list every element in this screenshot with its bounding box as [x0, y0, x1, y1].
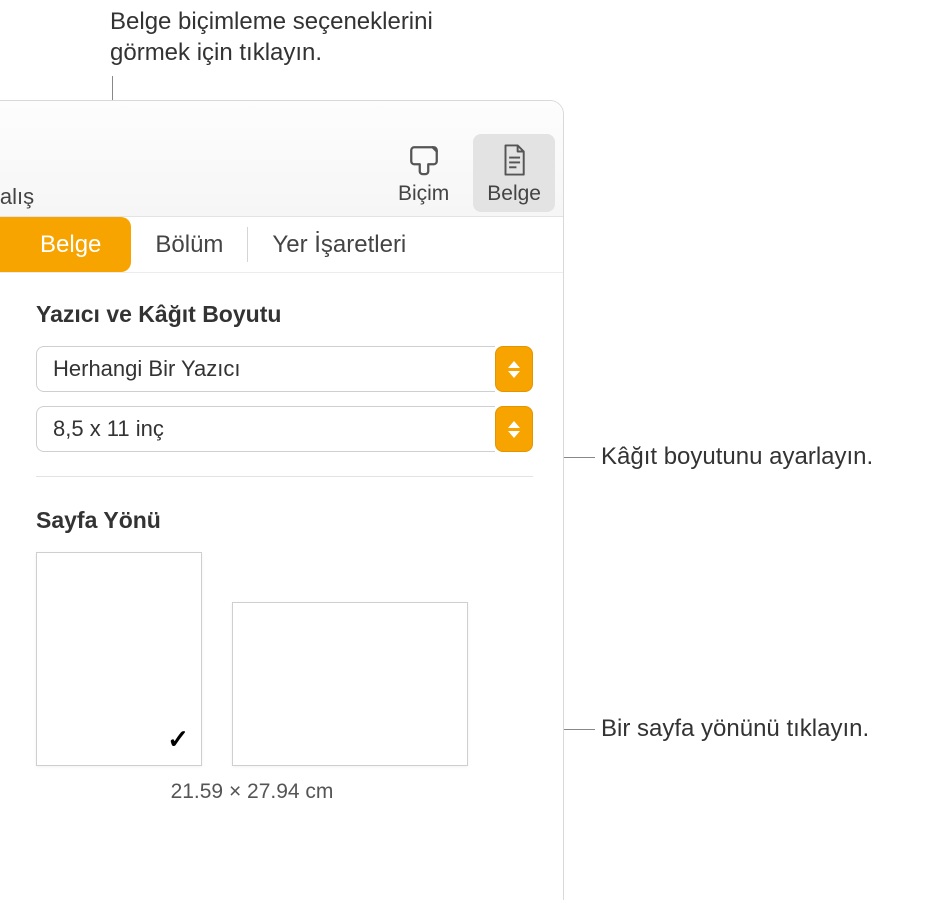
section-divider — [36, 476, 533, 477]
format-button[interactable]: Biçim — [384, 134, 463, 212]
toolbar-truncated-button[interactable]: Çalış — [0, 184, 34, 210]
callout-orientation: Bir sayfa yönünü tıklayın. — [601, 713, 869, 744]
document-button-label: Belge — [487, 182, 541, 206]
chevron-up-icon — [508, 421, 520, 428]
format-button-label: Biçim — [398, 182, 449, 206]
document-tabs: Belge Bölüm Yer İşaretleri — [0, 217, 563, 273]
printer-section-title: Yazıcı ve Kâğıt Boyutu — [36, 301, 533, 328]
document-settings: Yazıcı ve Kâğıt Boyutu Herhangi Bir Yazı… — [0, 273, 563, 804]
orientation-options: ✓ — [36, 552, 533, 766]
tab-document[interactable]: Belge — [0, 217, 131, 272]
brush-icon — [404, 140, 444, 180]
printer-value: Herhangi Bir Yazıcı — [36, 346, 495, 392]
checkmark-icon: ✓ — [167, 724, 189, 755]
chevron-up-icon — [508, 361, 520, 368]
printer-dropdown-stepper[interactable] — [495, 346, 533, 392]
paper-size-dropdown-stepper[interactable] — [495, 406, 533, 452]
callout-document-format: Belge biçimleme seçeneklerini görmek içi… — [110, 6, 433, 68]
tab-bookmarks[interactable]: Yer İşaretleri — [248, 217, 430, 272]
document-button[interactable]: Belge — [473, 134, 555, 212]
paper-size-value: 8,5 x 11 inç — [36, 406, 495, 452]
orientation-portrait[interactable]: ✓ — [36, 552, 202, 766]
orientation-landscape[interactable] — [232, 602, 468, 766]
tab-section[interactable]: Bölüm — [131, 217, 247, 272]
document-panel: Çalış Biçim Belge — [0, 100, 564, 900]
document-icon — [494, 140, 534, 180]
chevron-down-icon — [508, 431, 520, 438]
callout-paper-size: Kâğıt boyutunu ayarlayın. — [601, 441, 873, 472]
toolbar: Çalış Biçim Belge — [0, 101, 563, 217]
paper-size-dropdown-row: 8,5 x 11 inç — [36, 406, 533, 452]
chevron-down-icon — [508, 371, 520, 378]
orientation-section-title: Sayfa Yönü — [36, 507, 533, 534]
printer-dropdown-row: Herhangi Bir Yazıcı — [36, 346, 533, 392]
page-dimensions: 21.59 × 27.94 cm — [36, 780, 468, 804]
